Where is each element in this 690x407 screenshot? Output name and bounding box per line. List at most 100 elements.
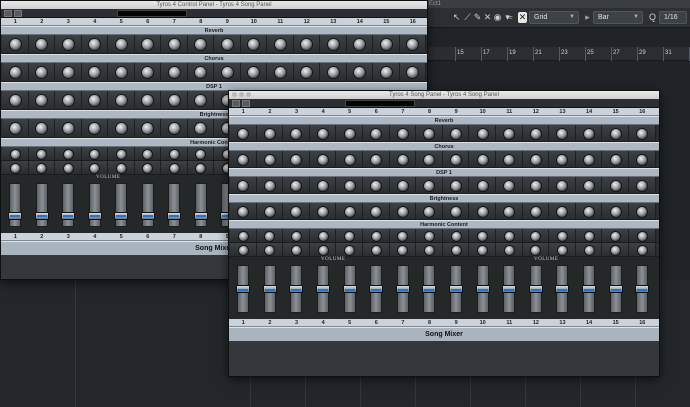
fader-cap[interactable] bbox=[582, 285, 597, 293]
rotary-knob[interactable] bbox=[451, 206, 462, 217]
fader-cap[interactable] bbox=[422, 285, 437, 293]
fader-cap[interactable] bbox=[289, 285, 304, 293]
rotary-knob[interactable] bbox=[291, 231, 301, 241]
rotary-knob[interactable] bbox=[344, 154, 355, 165]
rotary-knob[interactable] bbox=[238, 231, 248, 241]
rotary-knob[interactable] bbox=[196, 149, 206, 159]
preset-field[interactable] bbox=[345, 100, 415, 107]
snap-icon[interactable]: ≈ bbox=[506, 12, 515, 23]
rotary-knob[interactable] bbox=[37, 149, 47, 159]
rotary-knob[interactable] bbox=[327, 39, 339, 50]
rotary-knob[interactable] bbox=[371, 154, 382, 165]
rotary-knob[interactable] bbox=[531, 231, 541, 241]
timeline-ruler[interactable]: 15171921232527293133 bbox=[425, 47, 690, 61]
quantize-select[interactable]: 1/16 bbox=[659, 11, 687, 24]
volume-fader[interactable] bbox=[141, 183, 154, 227]
rotary-knob[interactable] bbox=[10, 163, 20, 173]
rotary-knob[interactable] bbox=[264, 180, 275, 191]
bypass-icon[interactable] bbox=[242, 100, 250, 107]
rotary-knob[interactable] bbox=[291, 245, 301, 255]
rotary-knob[interactable] bbox=[169, 149, 179, 159]
rotary-knob[interactable] bbox=[584, 154, 595, 165]
rotary-knob[interactable] bbox=[116, 149, 126, 159]
rotary-knob[interactable] bbox=[264, 128, 275, 139]
rotary-knob[interactable] bbox=[504, 180, 515, 191]
rotary-knob[interactable] bbox=[380, 39, 392, 50]
rotary-knob[interactable] bbox=[424, 128, 435, 139]
rotary-knob[interactable] bbox=[397, 154, 408, 165]
fader-cap[interactable] bbox=[475, 285, 490, 293]
rotary-knob[interactable] bbox=[504, 154, 515, 165]
rotary-knob[interactable] bbox=[557, 128, 568, 139]
fader-cap[interactable] bbox=[635, 285, 650, 293]
rotary-knob[interactable] bbox=[584, 180, 595, 191]
rotary-knob[interactable] bbox=[169, 163, 179, 173]
fader-cap[interactable] bbox=[262, 285, 277, 293]
rotary-knob[interactable] bbox=[611, 231, 621, 241]
rotary-knob[interactable] bbox=[584, 231, 594, 241]
window-title-bar[interactable]: Tyros 4 Song Panel - Tyros 4 Song Panel bbox=[229, 91, 659, 99]
rotary-knob[interactable] bbox=[291, 206, 302, 217]
rotary-knob[interactable] bbox=[195, 39, 207, 50]
bypass-icon[interactable] bbox=[14, 10, 22, 17]
power-icon[interactable] bbox=[232, 100, 240, 107]
fader-cap[interactable] bbox=[8, 211, 23, 220]
pencil-icon[interactable]: ✎ bbox=[473, 12, 482, 23]
rotary-knob[interactable] bbox=[424, 154, 435, 165]
rotary-knob[interactable] bbox=[451, 180, 462, 191]
snap-toggle-icon[interactable]: ✕ bbox=[518, 12, 527, 23]
rotary-knob[interactable] bbox=[196, 163, 206, 173]
rotary-knob[interactable] bbox=[9, 123, 21, 134]
rotary-knob[interactable] bbox=[557, 245, 567, 255]
rotary-knob[interactable] bbox=[610, 154, 621, 165]
rotary-knob[interactable] bbox=[637, 180, 648, 191]
rotary-knob[interactable] bbox=[168, 39, 180, 50]
rotary-knob[interactable] bbox=[274, 67, 286, 78]
rotary-knob[interactable] bbox=[530, 180, 541, 191]
rotary-knob[interactable] bbox=[344, 206, 355, 217]
rotary-knob[interactable] bbox=[89, 67, 101, 78]
rotary-knob[interactable] bbox=[637, 154, 648, 165]
rotary-knob[interactable] bbox=[63, 163, 73, 173]
close-icon[interactable] bbox=[232, 92, 237, 97]
rotary-knob[interactable] bbox=[37, 163, 47, 173]
rotary-knob[interactable] bbox=[451, 154, 462, 165]
rotary-knob[interactable] bbox=[291, 180, 302, 191]
rotary-knob[interactable] bbox=[238, 128, 249, 139]
rotary-knob[interactable] bbox=[557, 180, 568, 191]
rotary-knob[interactable] bbox=[398, 231, 408, 241]
rotary-knob[interactable] bbox=[62, 95, 74, 106]
volume-fader[interactable] bbox=[35, 183, 48, 227]
rotary-knob[interactable] bbox=[248, 67, 260, 78]
rotary-knob[interactable] bbox=[557, 231, 567, 241]
rotary-knob[interactable] bbox=[318, 128, 329, 139]
rotary-knob[interactable] bbox=[407, 67, 419, 78]
rotary-knob[interactable] bbox=[451, 231, 461, 241]
rotary-knob[interactable] bbox=[530, 128, 541, 139]
rotary-knob[interactable] bbox=[371, 245, 381, 255]
rotary-knob[interactable] bbox=[36, 95, 48, 106]
rotary-knob[interactable] bbox=[36, 39, 48, 50]
rotary-knob[interactable] bbox=[327, 67, 339, 78]
rotary-knob[interactable] bbox=[584, 128, 595, 139]
mute-tool-icon[interactable]: ✕ bbox=[483, 12, 492, 23]
rotary-knob[interactable] bbox=[238, 206, 249, 217]
rotary-knob[interactable] bbox=[318, 231, 328, 241]
rotary-knob[interactable] bbox=[354, 67, 366, 78]
rotary-knob[interactable] bbox=[221, 39, 233, 50]
rotary-knob[interactable] bbox=[143, 163, 153, 173]
rotary-knob[interactable] bbox=[354, 39, 366, 50]
rotary-knob[interactable] bbox=[115, 95, 127, 106]
rotary-knob[interactable] bbox=[265, 231, 275, 241]
rotary-knob[interactable] bbox=[62, 123, 74, 134]
rotary-knob[interactable] bbox=[291, 128, 302, 139]
rotary-knob[interactable] bbox=[407, 39, 419, 50]
rotary-knob[interactable] bbox=[195, 67, 207, 78]
rotary-knob[interactable] bbox=[371, 128, 382, 139]
rotary-knob[interactable] bbox=[143, 149, 153, 159]
fader-cap[interactable] bbox=[114, 211, 129, 220]
rotary-knob[interactable] bbox=[142, 39, 154, 50]
rotary-knob[interactable] bbox=[611, 245, 621, 255]
rotary-knob[interactable] bbox=[530, 206, 541, 217]
fader-cap[interactable] bbox=[342, 285, 357, 293]
